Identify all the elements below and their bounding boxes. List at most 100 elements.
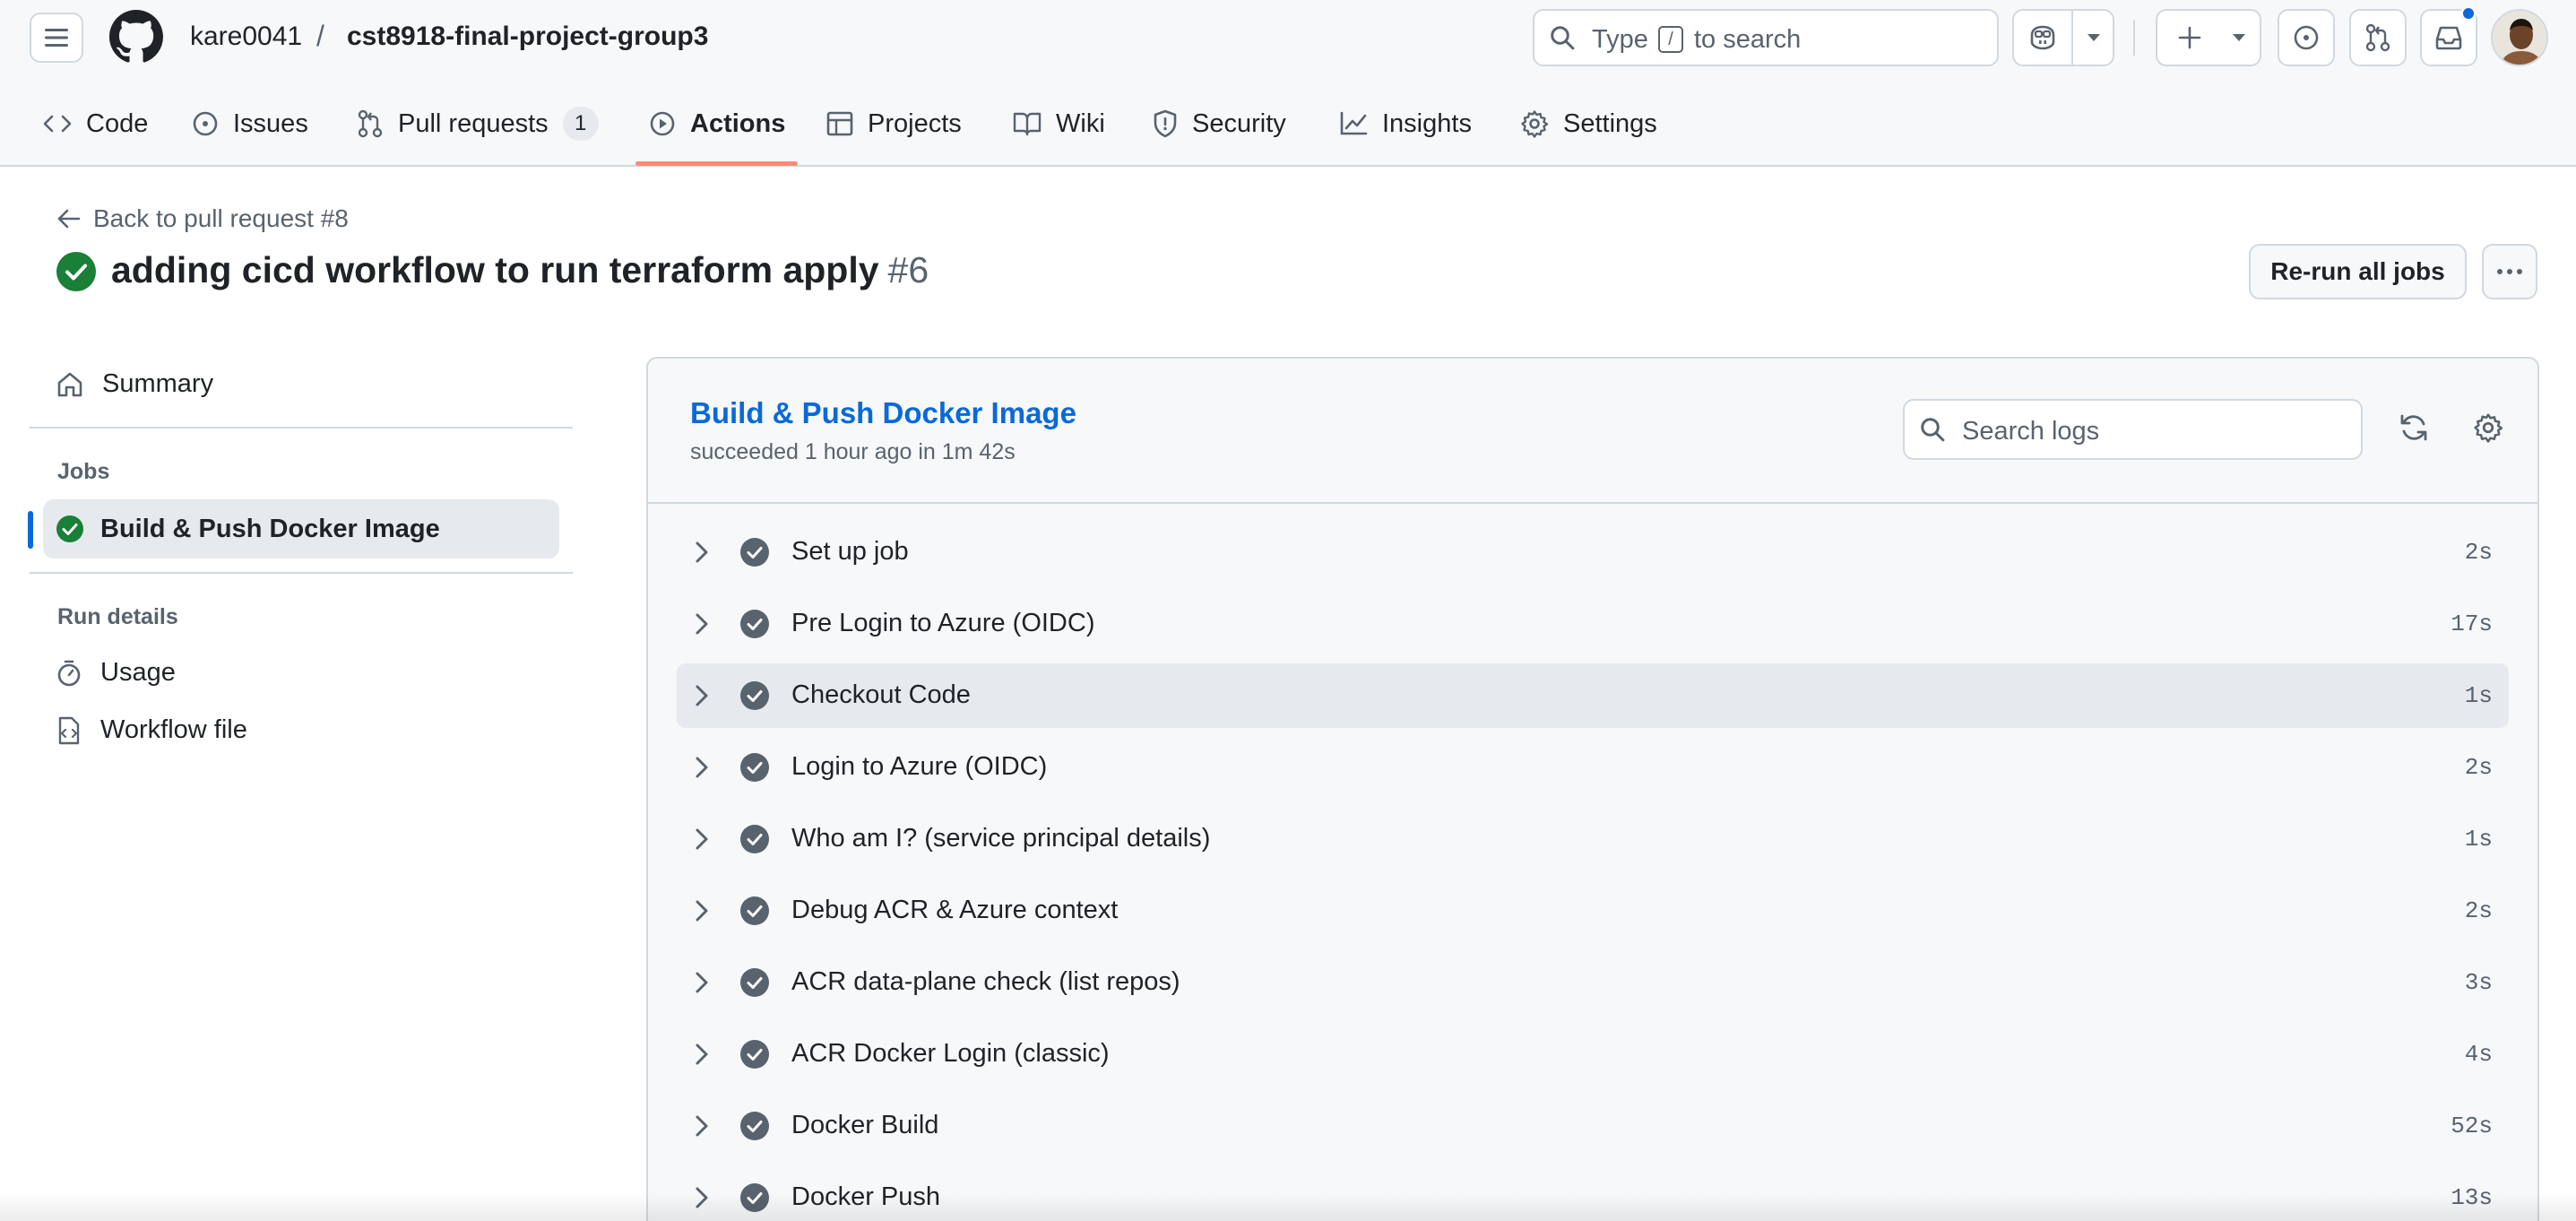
tab-actions[interactable]: Actions: [649, 104, 785, 143]
tab-label: Insights: [1382, 108, 1472, 138]
step-name: Docker Push: [791, 1182, 941, 1211]
graph-icon: [1340, 111, 1368, 135]
job-step-row[interactable]: Set up job 2s: [677, 520, 2509, 585]
gear-icon: [1521, 110, 1549, 138]
step-success-icon: [740, 1040, 769, 1069]
tab-security[interactable]: Security: [1153, 104, 1286, 143]
stopwatch-icon: [57, 660, 81, 686]
pull-requests-shortcut-button[interactable]: [2349, 9, 2407, 66]
job-title[interactable]: Build & Push Docker Image: [690, 396, 1076, 430]
job-step-row[interactable]: Login to Azure (OIDC) 2s: [677, 735, 2509, 800]
shield-icon: [1154, 109, 1177, 138]
tab-insights[interactable]: Insights: [1339, 104, 1472, 143]
chevron-right-icon[interactable]: [695, 612, 709, 636]
tab-wiki[interactable]: Wiki: [1013, 104, 1105, 143]
issues-shortcut-button[interactable]: [2278, 9, 2335, 66]
job-step-row[interactable]: Who am I? (service principal details) 1s: [677, 807, 2509, 871]
breadcrumb-separator: /: [316, 20, 324, 52]
tab-projects[interactable]: Projects: [826, 104, 962, 143]
tab-label: Projects: [868, 108, 962, 138]
hamburger-menu-button[interactable]: [30, 13, 83, 63]
tab-issues[interactable]: Issues: [192, 104, 308, 143]
job-step-row[interactable]: Debug ACR & Azure context 2s: [677, 879, 2509, 943]
create-new-dropdown-button[interactable]: [2217, 11, 2261, 65]
chevron-right-icon[interactable]: [695, 1114, 709, 1138]
step-duration: 2s: [2464, 897, 2493, 924]
step-success-icon: [740, 896, 769, 925]
user-avatar[interactable]: [2491, 9, 2548, 66]
tab-pull-requests[interactable]: Pull requests 1: [357, 104, 599, 143]
header-divider: [2133, 20, 2135, 56]
step-success-icon: [740, 1183, 769, 1212]
breadcrumb-owner[interactable]: kare0041: [190, 22, 302, 52]
breadcrumb-repo[interactable]: cst8918-final-project-group3: [347, 22, 708, 52]
job-log-header: Build & Push Docker Image succeeded 1 ho…: [648, 359, 2537, 504]
step-success-icon: [740, 681, 769, 710]
chevron-right-icon[interactable]: [695, 1043, 709, 1066]
chevron-right-icon[interactable]: [695, 827, 709, 851]
step-name: Docker Build: [791, 1111, 939, 1139]
chevron-right-icon[interactable]: [695, 971, 709, 994]
pull-request-icon: [2365, 23, 2390, 52]
job-step-row[interactable]: Pre Login to Azure (OIDC) 17s: [677, 592, 2509, 656]
file-code-icon: [58, 716, 80, 744]
sidebar-divider: [30, 427, 573, 429]
tab-label: Code: [86, 108, 149, 138]
job-step-row[interactable]: ACR Docker Login (classic) 4s: [677, 1022, 2509, 1087]
search-icon: [1921, 418, 1945, 442]
sidebar-job-label: Build & Push Docker Image: [100, 514, 440, 543]
search-shortcut-key: /: [1658, 26, 1683, 53]
chevron-right-icon[interactable]: [695, 541, 709, 564]
copilot-icon: [2030, 25, 2055, 50]
step-duration: 4s: [2464, 1041, 2493, 1068]
refresh-icon[interactable]: [2399, 412, 2429, 443]
chevron-right-icon[interactable]: [695, 756, 709, 779]
chevron-right-icon[interactable]: [695, 899, 709, 922]
tab-settings[interactable]: Settings: [1520, 104, 1657, 143]
chevron-right-icon[interactable]: [695, 684, 709, 707]
step-success-icon: [740, 825, 769, 853]
gear-icon[interactable]: [2473, 412, 2503, 443]
step-duration: 13s: [2451, 1184, 2493, 1211]
copilot-button[interactable]: [2014, 11, 2071, 65]
more-options-button[interactable]: [2482, 244, 2537, 299]
sidebar-item-summary[interactable]: Summary: [56, 369, 213, 399]
job-step-row[interactable]: Docker Build 52s: [677, 1094, 2509, 1158]
step-success-icon: [740, 753, 769, 782]
page-title: adding cicd workflow to run terraform ap…: [111, 249, 929, 291]
chevron-right-icon[interactable]: [695, 1186, 709, 1209]
search-logs-placeholder: Search logs: [1962, 417, 2100, 446]
create-new-button[interactable]: [2157, 11, 2222, 65]
step-name: Checkout Code: [791, 680, 971, 709]
search-logs-input[interactable]: Search logs: [1903, 399, 2363, 460]
step-name: ACR data-plane check (list repos): [791, 967, 1180, 996]
rerun-all-jobs-button[interactable]: Re-run all jobs: [2249, 244, 2467, 299]
success-check-icon: [56, 252, 96, 291]
step-duration: 2s: [2464, 754, 2493, 781]
run-number: #6: [887, 249, 929, 290]
job-step-row[interactable]: Checkout Code 1s: [677, 663, 2509, 728]
inbox-icon: [2435, 26, 2462, 50]
step-success-icon: [740, 968, 769, 997]
job-step-row[interactable]: Docker Push 13s: [677, 1165, 2509, 1221]
home-icon: [57, 372, 82, 396]
copilot-dropdown-button[interactable]: [2073, 11, 2114, 65]
search-prefix: Type: [1592, 25, 1648, 54]
step-name: Set up job: [791, 537, 909, 566]
github-logo[interactable]: [109, 10, 163, 64]
code-icon: [43, 115, 72, 133]
sidebar-item-label: Summary: [102, 369, 214, 398]
sidebar-item-workflow-file[interactable]: Workflow file: [56, 715, 247, 745]
tab-code[interactable]: Code: [43, 104, 148, 143]
run-title-text: adding cicd workflow to run terraform ap…: [111, 249, 879, 290]
sidebar-item-job[interactable]: Build & Push Docker Image: [43, 499, 559, 559]
tab-label: Pull requests: [398, 108, 549, 138]
tab-label: Security: [1192, 108, 1286, 138]
caret-down-icon: [2088, 34, 2100, 41]
step-duration: 3s: [2464, 969, 2493, 996]
job-step-row[interactable]: ACR data-plane check (list repos) 3s: [677, 950, 2509, 1015]
global-search-input[interactable]: Type / to search: [1533, 9, 1999, 66]
sidebar-item-usage[interactable]: Usage: [56, 658, 176, 688]
job-status-text: succeeded 1 hour ago in 1m 42s: [690, 439, 1016, 464]
back-to-pull-request-link[interactable]: Back to pull request #8: [57, 204, 349, 233]
